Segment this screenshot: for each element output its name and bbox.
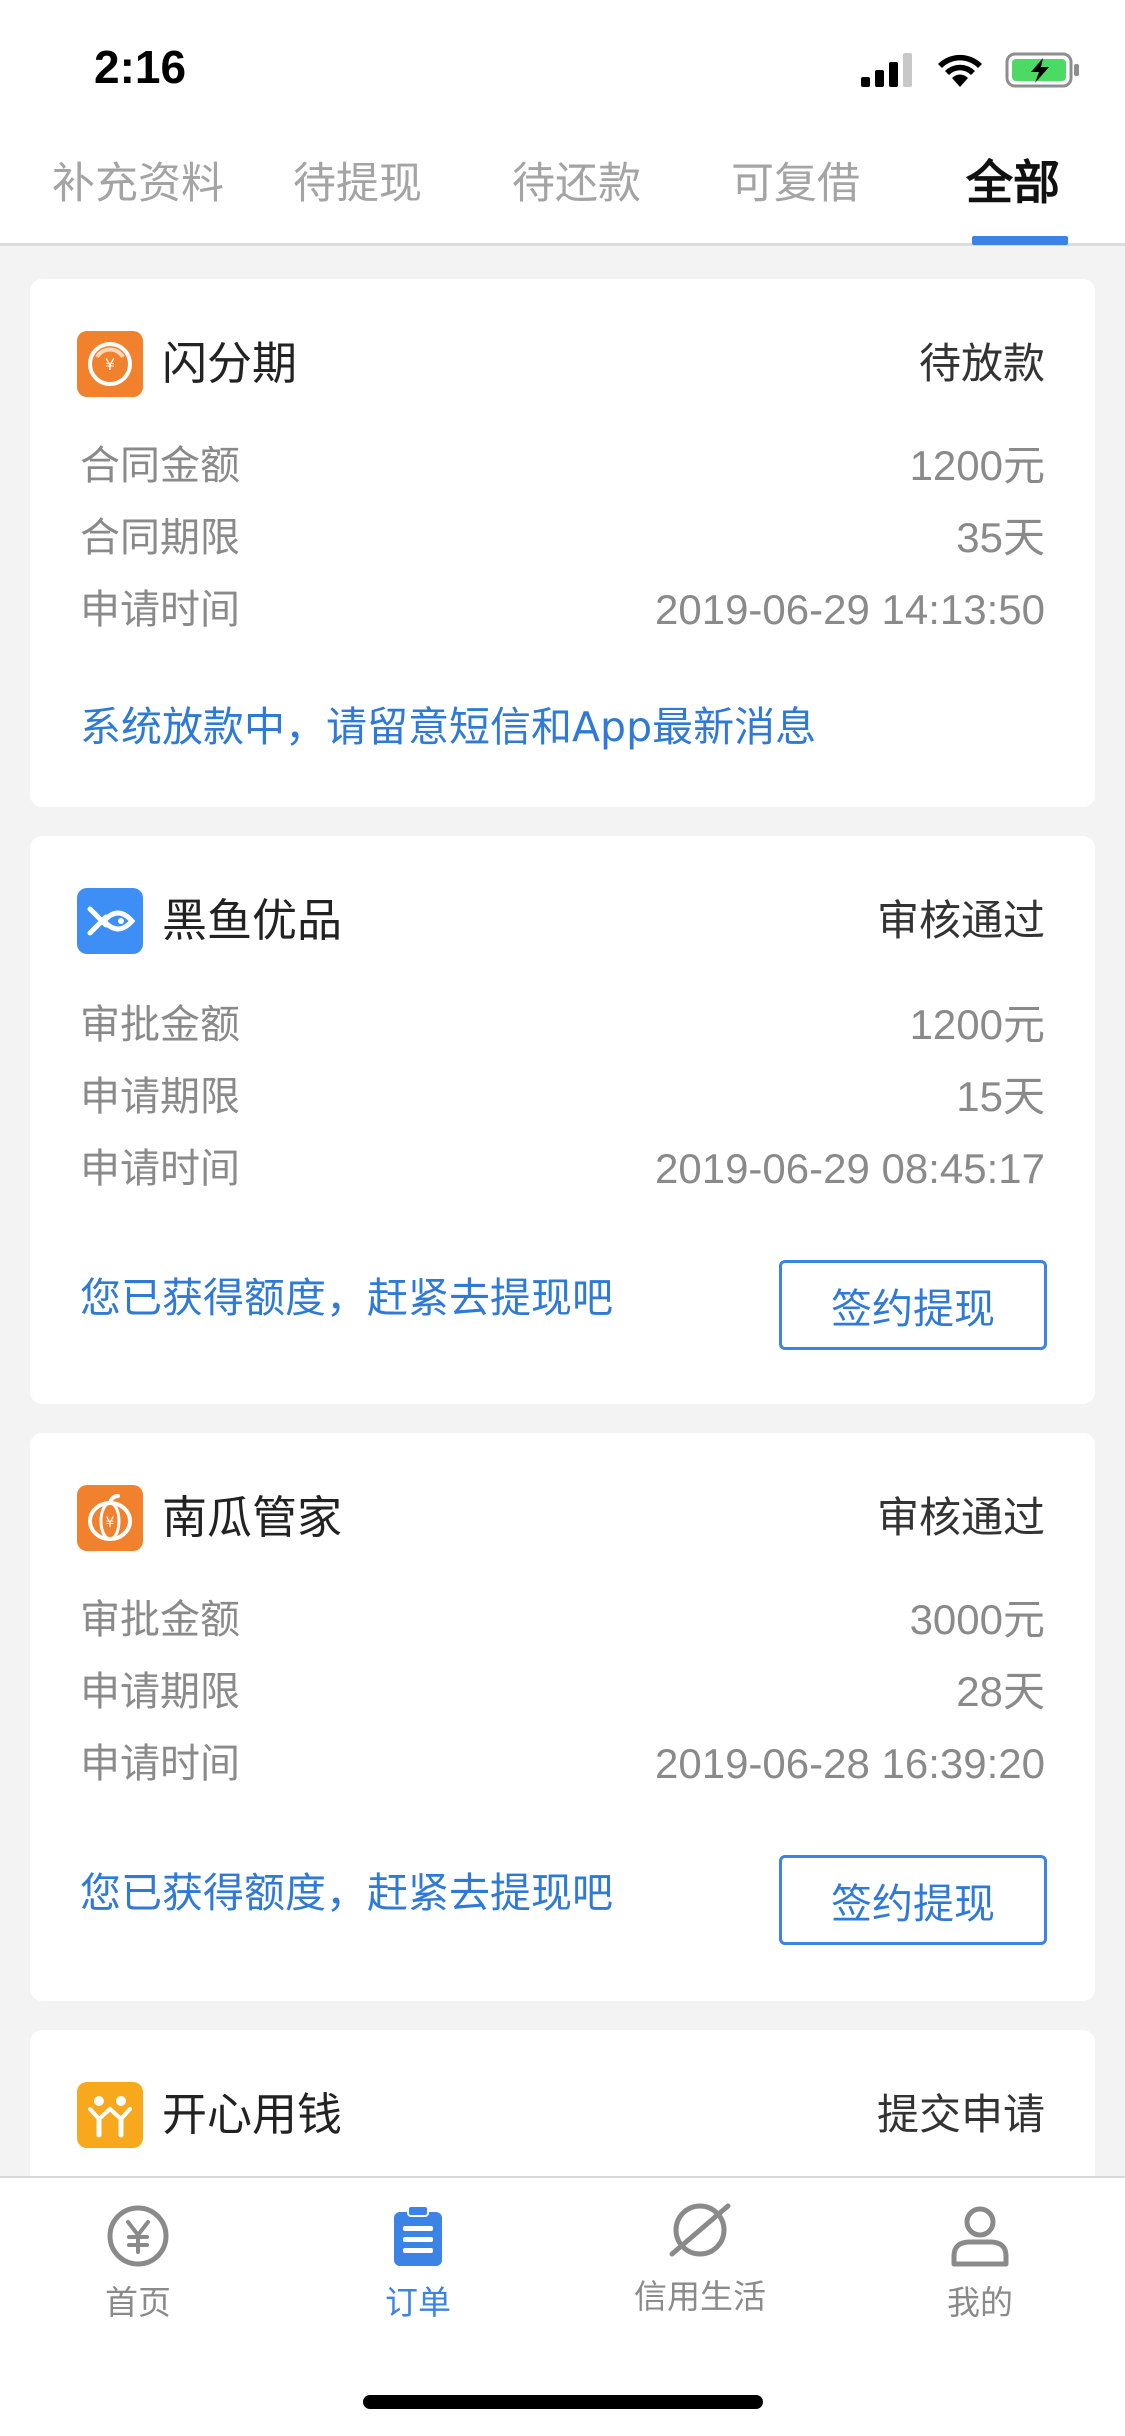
- status-time: 2:16: [94, 41, 187, 93]
- cellular-signal-icon: [861, 53, 912, 87]
- pumpkin-logo-icon: ¥: [77, 1485, 143, 1551]
- svg-text:¥: ¥: [105, 355, 115, 374]
- card-note: 您已获得额度，赶紧去提现吧: [80, 1869, 613, 1917]
- sign-withdraw-button[interactable]: 签约提现: [779, 1855, 1047, 1945]
- order-card[interactable]: 黑鱼优品 审核通过 审批金额 1200元 申请期限 15天 申请时间 2019-…: [30, 836, 1095, 1404]
- row-label: 审批金额: [80, 1597, 240, 1643]
- row-value: 35天: [956, 514, 1045, 561]
- card-header: ¥ 闪分期 待放款: [77, 331, 1045, 397]
- nav-label: 信用生活: [634, 2277, 766, 2316]
- sign-withdraw-button[interactable]: 签约提现: [779, 1260, 1047, 1350]
- active-tab-indicator: [972, 236, 1068, 245]
- order-status: 审核通过: [876, 896, 1045, 945]
- order-status: 待放款: [918, 339, 1045, 388]
- status-bar: 2:16: [0, 0, 1125, 130]
- row-label: 申请时间: [80, 1146, 240, 1192]
- row-value: 2019-06-29 08:45:17: [655, 1145, 1045, 1192]
- row-label: 申请时间: [80, 587, 240, 633]
- order-card[interactable]: ¥ 南瓜管家 审核通过 审批金额 3000元 申请期限 28天 申请时间 201…: [30, 1433, 1095, 2001]
- row-label: 审批金额: [80, 1002, 240, 1048]
- heiyu-logo-icon: [77, 888, 143, 954]
- tab-supplement-info[interactable]: 补充资料: [52, 154, 224, 214]
- nav-label: 订单: [385, 2283, 451, 2322]
- person-icon: [951, 2206, 1009, 2267]
- home-indicator[interactable]: [363, 2395, 763, 2409]
- card-header: ¥ 南瓜管家 审核通过: [77, 1485, 1045, 1551]
- row-value: 28天: [956, 1668, 1045, 1715]
- nav-credit-life[interactable]: 信用生活: [600, 2198, 800, 2316]
- card-note: 系统放款中，请留意短信和App最新消息: [80, 703, 817, 751]
- battery-charging-icon: [1005, 52, 1079, 88]
- clipboard-list-icon: [394, 2205, 442, 2266]
- nav-profile[interactable]: 我的: [880, 2204, 1080, 2322]
- nav-label: 我的: [947, 2283, 1013, 2322]
- detail-row: 申请时间 2019-06-29 08:45:17: [80, 1139, 1045, 1199]
- row-label: 合同金额: [80, 443, 240, 489]
- order-filter-tabs: 补充资料 待提现 待还款 可复借 全部: [0, 130, 1125, 246]
- row-value: 1200元: [909, 442, 1045, 489]
- tab-pending-withdraw[interactable]: 待提现: [293, 154, 422, 214]
- order-status: 提交申请: [876, 2090, 1045, 2139]
- nav-label: 首页: [105, 2283, 171, 2322]
- tab-all[interactable]: 全部: [966, 154, 1060, 214]
- detail-row: 审批金额 3000元: [80, 1590, 1045, 1650]
- row-value: 2019-06-28 16:39:20: [655, 1740, 1045, 1787]
- detail-row: 申请期限 15天: [80, 1067, 1045, 1127]
- tab-reborrow[interactable]: 可复借: [731, 154, 860, 214]
- card-note: 您已获得额度，赶紧去提现吧: [80, 1274, 613, 1322]
- detail-row: 申请时间 2019-06-28 16:39:20: [80, 1734, 1045, 1794]
- yen-coin-icon: [107, 2205, 169, 2267]
- tab-pending-repay[interactable]: 待还款: [512, 154, 641, 214]
- svg-text:¥: ¥: [106, 1515, 115, 1531]
- shanfenqi-logo-icon: ¥: [77, 331, 143, 397]
- card-header: 黑鱼优品 审核通过: [77, 888, 1045, 954]
- detail-row: 合同金额 1200元: [80, 436, 1045, 496]
- row-label: 合同期限: [80, 515, 240, 561]
- row-value: 3000元: [909, 1596, 1045, 1643]
- row-label: 申请期限: [80, 1074, 240, 1120]
- planet-icon: [669, 2203, 731, 2257]
- brand-name: 黑鱼优品: [162, 894, 343, 947]
- kaixin-logo-icon: [77, 2082, 143, 2148]
- row-label: 申请期限: [80, 1669, 240, 1715]
- detail-row: 申请期限 28天: [80, 1662, 1045, 1722]
- row-value: 2019-06-29 14:13:50: [655, 586, 1045, 633]
- status-icons: [861, 50, 1081, 90]
- detail-row: 合同期限 35天: [80, 508, 1045, 568]
- row-value: 1200元: [909, 1001, 1045, 1048]
- detail-row: 审批金额 1200元: [80, 995, 1045, 1055]
- order-card[interactable]: ¥ 闪分期 待放款 合同金额 1200元 合同期限 35天 申请时间 2019-…: [30, 279, 1095, 807]
- card-header: 开心用钱 提交申请: [77, 2082, 1045, 2148]
- order-status: 审核通过: [876, 1493, 1045, 1542]
- detail-row: 申请时间 2019-06-29 14:13:50: [80, 580, 1045, 640]
- wifi-icon: [938, 54, 982, 87]
- row-value: 15天: [956, 1073, 1045, 1120]
- nav-orders[interactable]: 订单: [318, 2204, 518, 2322]
- row-label: 申请时间: [80, 1741, 240, 1787]
- brand-name: 闪分期: [162, 337, 298, 390]
- nav-home[interactable]: 首页: [38, 2204, 238, 2322]
- brand-name: 南瓜管家: [162, 1491, 343, 1544]
- brand-name: 开心用钱: [162, 2088, 343, 2141]
